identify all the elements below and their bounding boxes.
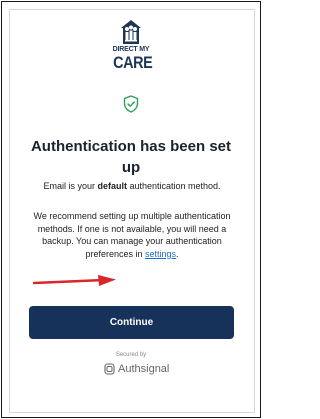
family-house-logo-icon	[121, 20, 141, 44]
authsignal-logo-icon	[104, 363, 115, 375]
shield-check-icon	[123, 95, 139, 113]
logo-line-2: CARE	[113, 53, 153, 72]
authsignal-brand: Authsignal	[104, 362, 169, 376]
page-title: Authentication has been set up	[30, 138, 232, 176]
authsignal-name: Authsignal	[118, 363, 170, 375]
recommend-end: .	[176, 248, 179, 259]
default-method-text: Email is your default authentication met…	[12, 180, 252, 192]
email-default: default	[97, 181, 127, 191]
recommendation-text: We recommend setting up multiple authent…	[22, 210, 242, 260]
secured-by-label: Secured by	[115, 352, 147, 358]
email-pre: Email is your	[43, 181, 98, 191]
settings-link[interactable]: settings	[145, 249, 176, 259]
recommend-body: We recommend setting up multiple authent…	[33, 211, 231, 259]
red-arrow-icon	[32, 275, 116, 286]
direct-my-care-logo: DIRECT MY CARE	[110, 19, 153, 83]
continue-button[interactable]: Continue	[29, 306, 234, 339]
email-post: authentication method.	[126, 181, 221, 191]
